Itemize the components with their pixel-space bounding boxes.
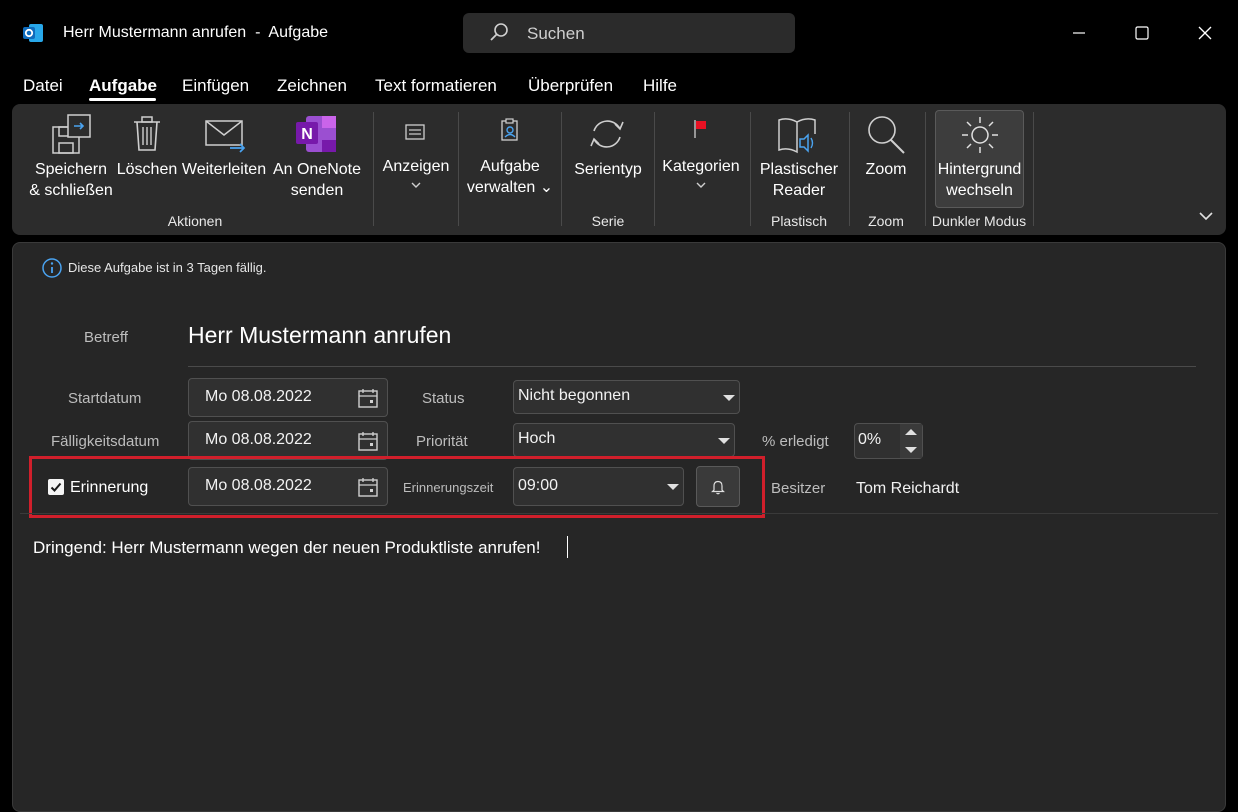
zoom-magnifier-icon xyxy=(868,116,905,154)
owner-value: Tom Reichardt xyxy=(856,480,960,497)
owner-label: Besitzer xyxy=(771,480,826,497)
info-icon xyxy=(42,258,62,278)
close-button[interactable] xyxy=(1190,18,1220,48)
priority-value: Hoch xyxy=(518,430,556,447)
onenote-icon: N xyxy=(296,116,336,152)
ribbon-separator xyxy=(458,112,459,226)
delete-label: Löschen xyxy=(116,161,178,178)
task-body-text[interactable]: Dringend: Herr Mustermann wegen der neue… xyxy=(33,538,540,558)
body-divider xyxy=(20,513,1218,514)
show-views-icon xyxy=(405,124,425,140)
ribbon-expand-chevron-icon[interactable] xyxy=(1198,210,1214,222)
menu-aufgabe[interactable]: Aufgabe xyxy=(89,76,157,96)
onenote-label-1: An OneNote xyxy=(272,161,362,178)
ribbon-separator xyxy=(561,112,562,226)
calendar-icon[interactable] xyxy=(357,387,379,409)
forward-label: Weiterleiten xyxy=(181,161,267,178)
subject-label: Betreff xyxy=(84,329,128,346)
group-dark-mode-label: Dunkler Modus xyxy=(931,213,1027,229)
menu-datei[interactable]: Datei xyxy=(23,76,63,96)
manage-task-label-1: Aufgabe xyxy=(480,158,540,175)
group-series-label: Serie xyxy=(591,213,625,229)
ribbon-separator xyxy=(373,112,374,226)
group-actions-label: Aktionen xyxy=(167,213,223,229)
maximize-button[interactable] xyxy=(1127,18,1157,48)
subject-underline xyxy=(188,366,1196,367)
status-label: Status xyxy=(422,390,465,407)
svg-text:N: N xyxy=(301,126,313,143)
reminder-highlight-box xyxy=(29,456,765,518)
trash-icon xyxy=(134,116,160,151)
group-zoom-label: Zoom xyxy=(868,213,904,229)
categories-label: Kategorien xyxy=(662,158,740,175)
save-close-label-2: & schließen xyxy=(29,182,113,199)
percent-complete-label: % erledigt xyxy=(762,433,829,450)
save-close-label-1: Speichern xyxy=(34,161,108,178)
outlook-app-icon xyxy=(23,24,43,42)
active-tab-indicator xyxy=(89,98,156,101)
due-date-label: Fälligkeitsdatum xyxy=(51,433,160,450)
search-icon xyxy=(490,23,508,41)
ribbon-separator xyxy=(1033,112,1034,226)
menu-ueberpruefen[interactable]: Überprüfen xyxy=(528,76,613,96)
menu-zeichnen[interactable]: Zeichnen xyxy=(277,76,347,96)
show-label: Anzeigen xyxy=(382,158,450,175)
ribbon-separator xyxy=(849,112,850,226)
immersive-reader-icon xyxy=(778,118,816,154)
forward-mail-icon xyxy=(205,120,246,153)
onenote-label-2: senden xyxy=(290,182,344,199)
menu-hilfe[interactable]: Hilfe xyxy=(643,76,677,96)
percent-complete-value: 0% xyxy=(858,431,882,448)
priority-label: Priorität xyxy=(416,433,468,450)
start-date-label: Startdatum xyxy=(68,390,142,407)
zoom-label: Zoom xyxy=(865,161,907,178)
search-box[interactable] xyxy=(463,13,795,53)
manage-task-label-2: verwalten ⌄ xyxy=(466,179,554,196)
flag-icon xyxy=(694,120,706,138)
recurrence-label: Serientyp xyxy=(574,161,642,178)
sun-icon xyxy=(962,117,998,153)
window-title: Herr Mustermann anrufen - Aufgabe xyxy=(63,24,329,41)
switch-background-label-2: wechseln xyxy=(946,182,1013,199)
group-immersive-label: Plastisch xyxy=(770,213,828,229)
ribbon-separator xyxy=(750,112,751,226)
ribbon-separator xyxy=(925,112,926,226)
search-placeholder[interactable]: Suchen xyxy=(527,24,585,44)
status-value: Nicht begonnen xyxy=(518,387,631,404)
subject-input[interactable]: Herr Mustermann anrufen xyxy=(188,322,451,349)
immersive-reader-label-1: Plastischer xyxy=(759,161,839,178)
chevron-down-icon xyxy=(411,182,421,188)
due-date-value: Mo 08.08.2022 xyxy=(205,431,312,448)
stepper-down-icon xyxy=(905,447,917,453)
dropdown-arrow-icon xyxy=(718,438,730,444)
info-bar-text: Diese Aufgabe ist in 3 Tagen fällig. xyxy=(68,260,267,275)
ribbon-separator xyxy=(654,112,655,226)
dropdown-arrow-icon xyxy=(723,395,735,401)
save-close-icon xyxy=(52,114,91,154)
start-date-value: Mo 08.08.2022 xyxy=(205,388,312,405)
calendar-icon[interactable] xyxy=(357,430,379,452)
switch-background-label-1: Hintergrund xyxy=(937,161,1022,178)
minimize-button[interactable] xyxy=(1064,18,1094,48)
chevron-down-icon xyxy=(696,182,706,188)
manage-task-icon xyxy=(501,118,518,141)
immersive-reader-label-2: Reader xyxy=(772,182,826,199)
recurrence-icon xyxy=(590,120,624,148)
text-cursor xyxy=(567,536,568,558)
stepper-up-icon xyxy=(905,429,917,435)
menu-einfuegen[interactable]: Einfügen xyxy=(182,76,249,96)
menu-text-formatieren[interactable]: Text formatieren xyxy=(375,76,497,96)
